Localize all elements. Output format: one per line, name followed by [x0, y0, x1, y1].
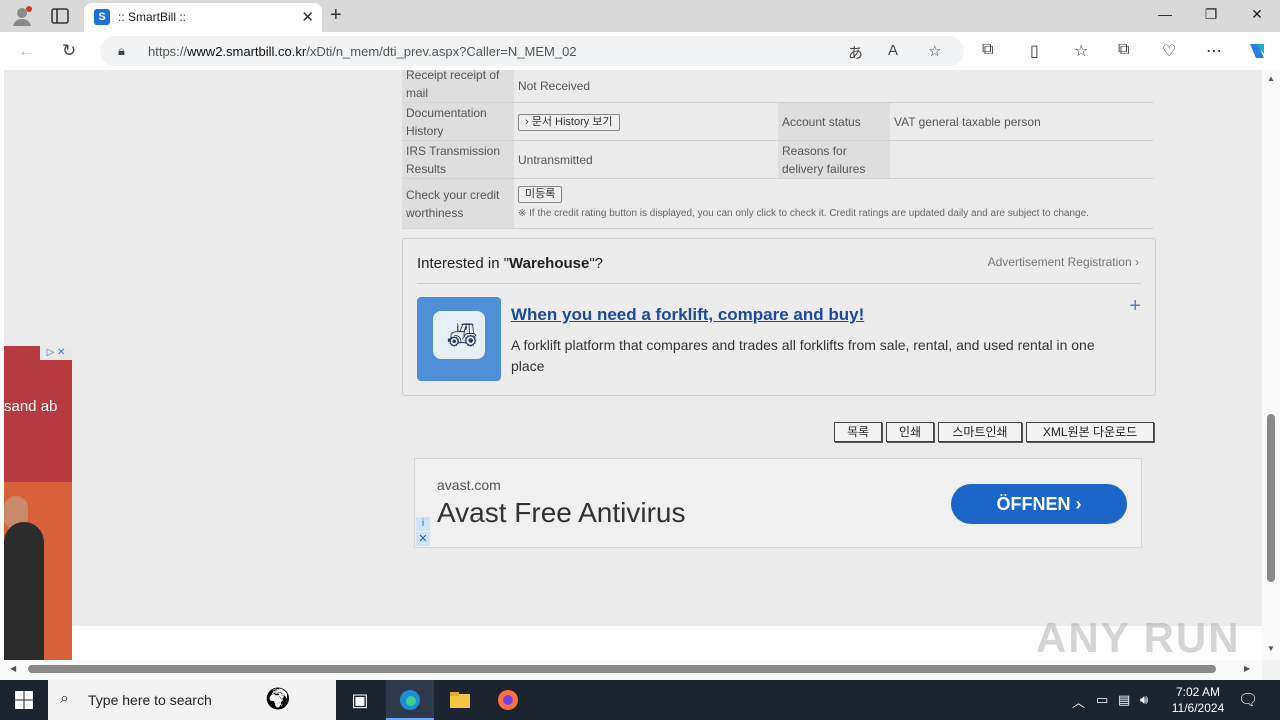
credit-rating-note: ※ If the credit rating button is display…: [518, 208, 1089, 219]
close-tab-icon[interactable]: ✕: [301, 8, 314, 26]
document-history-button[interactable]: › 문서 History 보기: [518, 114, 620, 131]
browser-tab-bar: S :: SmartBill :: ✕ + — ❐ ✕: [0, 0, 1280, 32]
vertical-scrollbar[interactable]: ▲ ▼: [1262, 70, 1280, 660]
smartbill-favicon-icon: S: [94, 9, 110, 25]
ad-divider: [417, 283, 1141, 284]
favorites-icon[interactable]: ☆: [1074, 41, 1088, 61]
print-button[interactable]: 인쇄: [886, 422, 934, 442]
browser-tab-smartbill[interactable]: S :: SmartBill :: ✕: [84, 3, 322, 32]
device-icon[interactable]: ▭: [1096, 692, 1108, 708]
copilot-icon[interactable]: [1246, 40, 1268, 62]
horizontal-scrollbar[interactable]: ◀ ▶: [0, 660, 1262, 680]
row-value-delivery-failures: [890, 140, 1154, 179]
row-label-credit-worthiness: Check your credit worthiness: [402, 178, 514, 229]
ad-heading: Interested in "Warehouse"?: [417, 255, 604, 272]
forklift-ad-image[interactable]: 🚜︎: [417, 297, 501, 381]
split-screen-icon[interactable]: ▯: [1030, 41, 1039, 61]
ad-close-icon[interactable]: ✕: [416, 532, 430, 546]
tab-title: :: SmartBill ::: [118, 10, 187, 24]
keyword-ad-box: Interested in "Warehouse"? Advertisement…: [402, 238, 1156, 396]
clock-date: 11/6/2024: [1171, 701, 1225, 715]
row-value-receipt: Not Received: [514, 70, 1154, 103]
profile-icon[interactable]: [10, 4, 34, 28]
vertical-scroll-thumb[interactable]: [1267, 414, 1275, 582]
table-row: Documentation History › 문서 History 보기 Ac…: [402, 102, 1154, 141]
list-button[interactable]: 목록: [834, 422, 882, 442]
restore-icon[interactable]: ❐: [1188, 6, 1234, 23]
lock-icon[interactable]: 🔒︎: [118, 43, 125, 59]
windows-start-icon[interactable]: [14, 690, 34, 710]
page-viewport: Receipt receipt of mail Not Received Doc…: [0, 70, 1262, 660]
more-options-icon[interactable]: ⋯: [1206, 41, 1222, 61]
scroll-left-icon[interactable]: ◀: [10, 664, 16, 673]
ad-info-icon[interactable]: i: [416, 517, 430, 531]
search-icon: ⌕: [60, 690, 69, 707]
taskbar-search-box[interactable]: ⌕ Type here to search 🌍︎: [48, 680, 336, 720]
network-icon[interactable]: ▤: [1118, 692, 1130, 708]
window-close-icon[interactable]: ✕: [1234, 6, 1280, 23]
document-info-table: Receipt receipt of mail Not Received Doc…: [402, 70, 1154, 229]
favorite-star-icon[interactable]: ☆: [928, 42, 941, 60]
browser-toolbar: ← ↻ 🔒︎ https://www2.smartbill.co.kr/xDti…: [0, 32, 1280, 70]
anyrun-watermark: ANY RUN: [1036, 614, 1241, 661]
row-label-account-status: Account status: [778, 102, 890, 141]
side-banner-ad[interactable]: sand ab ▷ ✕: [4, 346, 72, 660]
table-row: IRS Transmission Results Untransmitted R…: [402, 140, 1154, 179]
avast-title[interactable]: Avast Free Antivirus: [437, 497, 685, 529]
address-bar[interactable]: 🔒︎ https://www2.smartbill.co.kr/xDti/n_m…: [100, 36, 964, 66]
minimize-icon[interactable]: —: [1142, 6, 1188, 22]
table-row: Check your credit worthiness 미등록 ※ If th…: [402, 178, 1154, 229]
clock-time: 7:02 AM: [1175, 685, 1221, 699]
edge-browser-icon[interactable]: [398, 688, 422, 712]
xml-download-button[interactable]: XML원본 다운로드: [1026, 422, 1154, 442]
advertisement-registration-link[interactable]: Advertisement Registration ›: [988, 255, 1139, 269]
search-placeholder: Type here to search: [88, 692, 212, 708]
ad-description: A forklift platform that compares and tr…: [511, 337, 1095, 374]
collections-icon[interactable]: ⧉: [1118, 41, 1129, 59]
tab-actions-icon[interactable]: [50, 6, 70, 26]
row-value-account-status: VAT general taxable person: [890, 102, 1154, 141]
row-label-irs-transmission: IRS Transmission Results: [402, 140, 514, 179]
search-highlight-icon: 🌍︎: [264, 686, 292, 711]
side-ad-text: sand ab: [4, 398, 58, 415]
firefox-icon[interactable]: [496, 688, 520, 712]
url-text[interactable]: https://www2.smartbill.co.kr/xDti/n_mem/…: [148, 44, 577, 59]
unregistered-button[interactable]: 미등록: [518, 186, 563, 203]
taskbar-clock[interactable]: 7:02 AM 11/6/2024: [1166, 684, 1230, 716]
forklift-icon: 🚜︎: [447, 322, 478, 349]
windows-taskbar: ⌕ Type here to search 🌍︎ ▣ ︿ ▭ ▤ 🔊︎ 7:02…: [0, 680, 1280, 720]
row-label-documentation-history: Documentation History: [402, 102, 514, 141]
avast-open-button[interactable]: ÖFFNEN ›: [951, 484, 1127, 524]
read-aloud-icon[interactable]: A: [888, 42, 898, 59]
scroll-down-icon[interactable]: ▼: [1267, 644, 1275, 653]
table-row: Receipt receipt of mail Not Received: [402, 70, 1154, 103]
volume-icon[interactable]: 🔊︎: [1140, 692, 1148, 708]
new-tab-icon[interactable]: +: [330, 4, 342, 27]
avast-banner-ad[interactable]: avast.com Avast Free Antivirus ÖFFNEN › …: [414, 458, 1142, 548]
browser-essentials-icon[interactable]: ♡: [1162, 41, 1176, 61]
horizontal-scroll-thumb[interactable]: [28, 665, 1216, 673]
row-label-receipt: Receipt receipt of mail: [402, 70, 514, 103]
file-explorer-icon[interactable]: [448, 688, 472, 712]
person-sweater-image: [4, 522, 44, 660]
scroll-right-icon[interactable]: ▶: [1244, 664, 1250, 673]
smart-print-button[interactable]: 스마트인쇄: [938, 422, 1022, 442]
ad-expand-plus-icon[interactable]: +: [1129, 295, 1141, 318]
task-view-icon[interactable]: ▣: [348, 688, 372, 712]
ad-title-link[interactable]: When you need a forklift, compare and bu…: [511, 305, 864, 325]
translate-icon[interactable]: あ: [848, 42, 863, 63]
avast-domain: avast.com: [437, 477, 501, 493]
back-icon[interactable]: ←: [18, 41, 35, 61]
row-value-credit-worthiness: 미등록 ※ If the credit rating button is dis…: [514, 178, 1154, 229]
row-value-documentation-history: › 문서 History 보기: [514, 102, 778, 141]
scroll-up-icon[interactable]: ▲: [1267, 74, 1275, 83]
extensions-icon[interactable]: ⧉: [982, 41, 993, 59]
notifications-icon[interactable]: 🗨︎: [1238, 690, 1258, 710]
reload-icon[interactable]: ↻: [62, 41, 76, 61]
row-value-irs-transmission: Untransmitted: [514, 140, 778, 179]
side-ad-close-icon[interactable]: ▷ ✕: [40, 346, 72, 360]
row-label-delivery-failures: Reasons for delivery failures: [778, 140, 890, 179]
show-hidden-icons-icon[interactable]: ︿: [1072, 692, 1085, 711]
